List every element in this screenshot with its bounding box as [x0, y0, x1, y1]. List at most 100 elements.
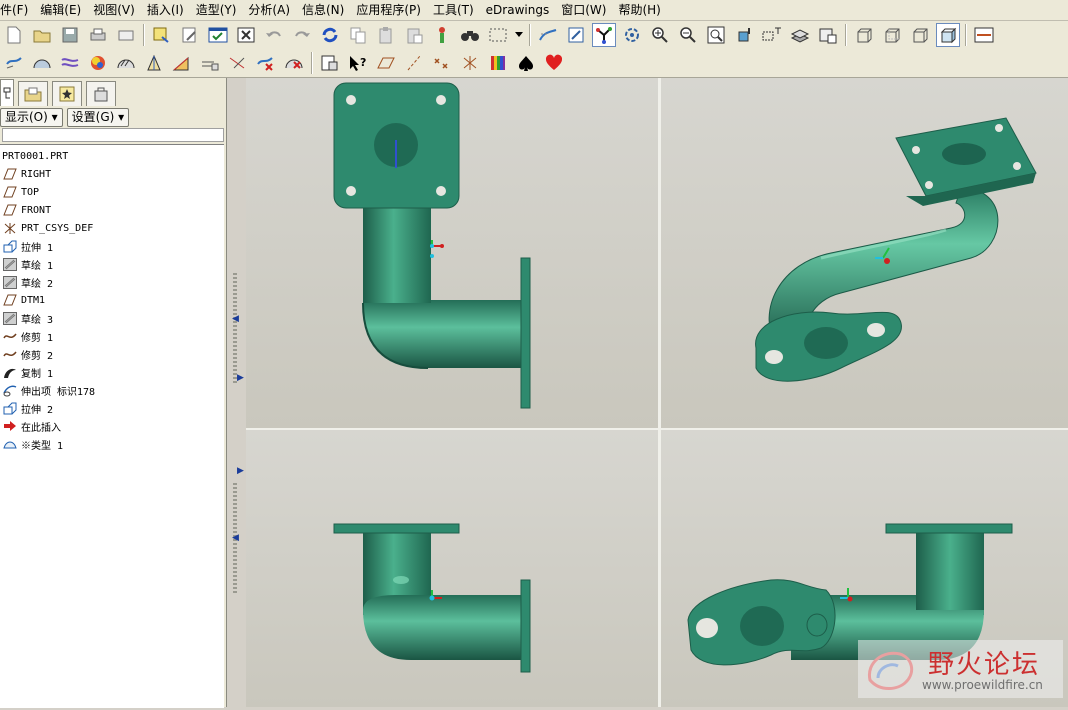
menu-item[interactable]: 帮助(H): [612, 0, 666, 20]
selection-box-icon[interactable]: [486, 23, 510, 47]
menu-item[interactable]: 分析(A): [242, 0, 296, 20]
shading-icon[interactable]: [936, 23, 960, 47]
datum-display-icon[interactable]: [972, 23, 996, 47]
model-info-icon[interactable]: [318, 51, 342, 75]
viewport-right[interactable]: 野火论坛 www.proewildfire.cn: [661, 430, 1068, 707]
coordinate-system-tool-icon[interactable]: [458, 51, 482, 75]
expand-right-icon[interactable]: ▶: [237, 466, 244, 476]
datum-plane-tool-icon[interactable]: [374, 51, 398, 75]
tree-node[interactable]: DTM1: [0, 291, 224, 309]
delete-all-analysis-icon[interactable]: [282, 51, 306, 75]
panel-splitter[interactable]: ◀ ▶ ▶ ◀: [226, 78, 245, 707]
new-file-icon[interactable]: [2, 23, 26, 47]
deviation-icon[interactable]: [226, 51, 250, 75]
spin-center-icon[interactable]: [564, 23, 588, 47]
tree-node[interactable]: 拉伸 2: [0, 399, 224, 417]
tree-node[interactable]: FRONT: [0, 201, 224, 219]
tab-favorites[interactable]: [52, 81, 82, 106]
menu-item[interactable]: 造型(Y): [190, 0, 243, 20]
close-window-icon[interactable]: [234, 23, 258, 47]
print-icon[interactable]: [86, 23, 110, 47]
copy-icon[interactable]: [346, 23, 370, 47]
reflection-icon[interactable]: [114, 51, 138, 75]
viewport-divider-vertical[interactable]: [658, 78, 661, 707]
tree-node[interactable]: RIGHT: [0, 165, 224, 183]
show-menu-button[interactable]: 显示(O) ▾: [0, 107, 63, 127]
tree-node[interactable]: 草绘 3: [0, 309, 224, 327]
tree-root[interactable]: PRT0001.PRT: [0, 147, 224, 165]
open-file-icon[interactable]: [30, 23, 54, 47]
menu-item[interactable]: eDrawings: [480, 0, 556, 20]
collapse-left-icon[interactable]: ◀: [232, 314, 239, 324]
rotate-view-icon[interactable]: [620, 23, 644, 47]
orient-mode-icon[interactable]: [592, 23, 616, 47]
menu-item[interactable]: 窗口(W): [555, 0, 612, 20]
tab-model-tree[interactable]: [0, 79, 14, 106]
section-curvature-icon[interactable]: [58, 51, 82, 75]
viewport-top[interactable]: [246, 430, 658, 707]
viewport-divider-horizontal[interactable]: [246, 428, 1068, 430]
tree-node[interactable]: 在此插入: [0, 417, 224, 435]
sketch-tool-icon[interactable]: [536, 23, 560, 47]
tree-node[interactable]: 草绘 1: [0, 255, 224, 273]
viewport-front[interactable]: [246, 78, 658, 428]
reorient-icon[interactable]: [732, 23, 756, 47]
tree-node[interactable]: 拉伸 1: [0, 237, 224, 255]
datum-axis-tool-icon[interactable]: [402, 51, 426, 75]
regenerate-icon[interactable]: [150, 23, 174, 47]
tree-filter-field[interactable]: [2, 128, 224, 142]
menu-item[interactable]: 编辑(E): [34, 0, 87, 20]
viewport-isometric[interactable]: [661, 78, 1068, 428]
datum-point-tool-icon[interactable]: [430, 51, 454, 75]
settings-menu-button[interactable]: 设置(G) ▾: [66, 107, 130, 127]
draft-icon[interactable]: [142, 51, 166, 75]
save-icon[interactable]: [58, 23, 82, 47]
layers-icon[interactable]: [788, 23, 812, 47]
no-hidden-icon[interactable]: [908, 23, 932, 47]
window-activate-icon[interactable]: [206, 23, 230, 47]
paste-special-icon[interactable]: [402, 23, 426, 47]
expand-right-icon[interactable]: ▶: [237, 373, 244, 383]
menu-item[interactable]: 信息(N): [296, 0, 350, 20]
tree-node[interactable]: 修剪 2: [0, 345, 224, 363]
tab-folder-browser[interactable]: [18, 81, 48, 106]
tree-node[interactable]: 复制 1: [0, 363, 224, 381]
refit-icon[interactable]: [704, 23, 728, 47]
view-manager-icon[interactable]: [816, 23, 840, 47]
tree-node[interactable]: 伸出项 标识178: [0, 381, 224, 399]
menu-item[interactable]: 件(F): [0, 0, 34, 20]
undo-icon[interactable]: [262, 23, 286, 47]
hidden-line-icon[interactable]: [880, 23, 904, 47]
menu-item[interactable]: 应用程序(P): [350, 0, 427, 20]
paste-icon[interactable]: [374, 23, 398, 47]
model-player-icon[interactable]: [430, 23, 454, 47]
menu-item[interactable]: 插入(I): [141, 0, 190, 20]
zoom-in-icon[interactable]: [648, 23, 672, 47]
menu-item[interactable]: 视图(V): [87, 0, 141, 20]
find-icon[interactable]: [458, 23, 482, 47]
help-cursor-icon[interactable]: ?: [346, 51, 370, 75]
tree-node[interactable]: ※类型 1: [0, 435, 224, 453]
wireframe-icon[interactable]: [852, 23, 876, 47]
redo-icon[interactable]: [290, 23, 314, 47]
offset-icon[interactable]: [198, 51, 222, 75]
delete-analysis-icon[interactable]: [254, 51, 278, 75]
collapse-left-icon[interactable]: ◀: [232, 533, 239, 543]
tab-connections[interactable]: [86, 81, 116, 106]
tree-node[interactable]: 修剪 1: [0, 327, 224, 345]
saved-views-icon[interactable]: [760, 23, 784, 47]
heart-icon[interactable]: [542, 51, 566, 75]
tree-node[interactable]: 草绘 2: [0, 273, 224, 291]
email-icon[interactable]: [114, 23, 138, 47]
tree-node[interactable]: PRT_CSYS_DEF: [0, 219, 224, 237]
slope-icon[interactable]: [170, 51, 194, 75]
curvature-icon[interactable]: [30, 51, 54, 75]
appearance-icon[interactable]: [486, 51, 510, 75]
regen-model-icon[interactable]: [318, 23, 342, 47]
edit-definition-icon[interactable]: [178, 23, 202, 47]
curve-analysis-icon[interactable]: [2, 51, 26, 75]
menu-item[interactable]: 工具(T): [427, 0, 480, 20]
chevron-down-icon[interactable]: [514, 23, 524, 47]
shaded-curvature-icon[interactable]: [86, 51, 110, 75]
tree-node[interactable]: TOP: [0, 183, 224, 201]
